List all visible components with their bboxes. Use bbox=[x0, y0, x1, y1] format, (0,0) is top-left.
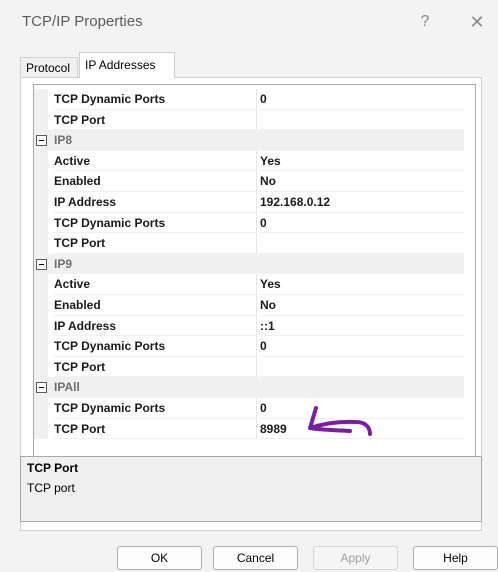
property-row[interactable]: Enabled No bbox=[34, 171, 464, 192]
property-row[interactable]: TCP Dynamic Ports 0 bbox=[34, 336, 464, 357]
property-value[interactable]: 0 bbox=[260, 213, 464, 234]
column-divider bbox=[256, 397, 257, 419]
property-value[interactable]: Yes bbox=[260, 274, 464, 295]
description-title: TCP Port bbox=[27, 461, 79, 475]
property-name: Enabled bbox=[54, 295, 256, 316]
property-name: TCP Port bbox=[54, 233, 256, 254]
column-divider bbox=[256, 418, 257, 440]
apply-button[interactable]: Apply bbox=[313, 546, 398, 570]
title-bar: TCP/IP Properties ? ✕ bbox=[0, 0, 498, 44]
row-gutter bbox=[34, 274, 48, 295]
property-value[interactable] bbox=[260, 233, 464, 254]
property-value[interactable]: 0 bbox=[260, 336, 464, 357]
property-row[interactable]: Active Yes bbox=[34, 150, 464, 172]
help-button[interactable]: Help bbox=[413, 546, 498, 570]
property-name: TCP Dynamic Ports bbox=[54, 213, 256, 234]
property-value[interactable] bbox=[260, 110, 464, 131]
column-divider bbox=[256, 150, 257, 172]
row-gutter bbox=[34, 356, 48, 378]
column-divider bbox=[256, 336, 257, 357]
column-divider bbox=[256, 294, 257, 316]
property-value[interactable]: Yes bbox=[260, 151, 464, 172]
collapse-icon[interactable] bbox=[36, 258, 47, 270]
property-name: TCP Dynamic Ports bbox=[54, 89, 256, 110]
handwritten-arrow-annotation bbox=[308, 406, 372, 436]
property-row[interactable]: TCP Port bbox=[34, 356, 464, 378]
row-gutter bbox=[34, 171, 48, 192]
ok-button[interactable]: OK bbox=[117, 546, 202, 570]
column-divider bbox=[256, 191, 257, 213]
group-label: IP9 bbox=[54, 256, 73, 271]
column-divider bbox=[256, 171, 257, 192]
row-gutter bbox=[34, 294, 48, 316]
property-grid[interactable]: TCP Dynamic Ports 0 TCP Port IP8 Active Yes En… bbox=[33, 84, 476, 520]
close-icon[interactable]: ✕ bbox=[462, 10, 492, 34]
row-gutter bbox=[34, 109, 48, 131]
property-name: TCP Dynamic Ports bbox=[54, 398, 256, 419]
property-name: TCP Port bbox=[54, 357, 256, 378]
property-row[interactable]: IP Address 192.168.0.12 bbox=[34, 191, 464, 213]
window-title: TCP/IP Properties bbox=[22, 13, 143, 30]
property-value[interactable]: 192.168.0.12 bbox=[260, 192, 464, 213]
cancel-button[interactable]: Cancel bbox=[213, 546, 298, 570]
group-label: IP8 bbox=[54, 133, 73, 148]
property-row[interactable]: TCP Dynamic Ports 0 bbox=[34, 89, 464, 110]
tab-protocol[interactable]: Protocol bbox=[20, 57, 78, 79]
property-value[interactable] bbox=[260, 357, 464, 378]
column-divider bbox=[256, 315, 257, 337]
column-divider bbox=[256, 356, 257, 378]
help-icon[interactable]: ? bbox=[410, 10, 440, 34]
property-row[interactable]: TCP Port 8989 bbox=[34, 418, 464, 440]
property-name: TCP Port bbox=[54, 110, 256, 131]
property-row[interactable]: TCP Dynamic Ports 0 bbox=[34, 397, 464, 419]
property-name: Enabled bbox=[54, 171, 256, 192]
column-divider bbox=[256, 212, 257, 234]
row-gutter bbox=[34, 315, 48, 337]
property-grid-rows: TCP Dynamic Ports 0 TCP Port IP8 Active Yes En… bbox=[34, 89, 464, 440]
row-gutter bbox=[34, 212, 48, 234]
description-pane: TCP Port TCP port bbox=[20, 456, 482, 522]
collapse-icon[interactable] bbox=[36, 135, 47, 147]
row-gutter bbox=[34, 150, 48, 172]
property-row[interactable]: Active Yes bbox=[34, 274, 464, 295]
column-divider bbox=[256, 109, 257, 131]
property-row[interactable]: TCP Port bbox=[34, 109, 464, 131]
property-row[interactable]: TCP Dynamic Ports 0 bbox=[34, 212, 464, 234]
property-name: TCP Port bbox=[54, 419, 256, 440]
column-divider bbox=[256, 274, 257, 295]
row-gutter bbox=[34, 233, 48, 254]
property-name: IP Address bbox=[54, 316, 256, 337]
collapse-icon[interactable] bbox=[36, 382, 47, 394]
column-divider bbox=[256, 233, 257, 254]
property-row[interactable]: IP Address::1 bbox=[34, 315, 464, 337]
property-value[interactable]: ::1 bbox=[260, 316, 464, 337]
group-label: IPAll bbox=[54, 380, 80, 395]
property-name: IP Address bbox=[54, 192, 256, 213]
property-value[interactable]: No bbox=[260, 171, 464, 192]
row-gutter bbox=[34, 191, 48, 213]
row-gutter bbox=[34, 89, 48, 110]
group-row[interactable]: IP8 bbox=[34, 130, 464, 151]
row-gutter bbox=[34, 418, 48, 440]
property-row[interactable]: TCP Port bbox=[34, 233, 464, 254]
property-value[interactable]: 0 bbox=[260, 89, 464, 110]
property-name: Active bbox=[54, 151, 256, 172]
group-row[interactable]: IPAll bbox=[34, 377, 464, 398]
property-name: TCP Dynamic Ports bbox=[54, 336, 256, 357]
tab-ip-addresses[interactable]: IP Addresses bbox=[79, 52, 175, 78]
property-name: Active bbox=[54, 274, 256, 295]
column-divider bbox=[256, 89, 257, 110]
row-gutter bbox=[34, 336, 48, 357]
group-row[interactable]: IP9 bbox=[34, 253, 464, 275]
row-gutter bbox=[34, 397, 48, 419]
property-value[interactable]: No bbox=[260, 295, 464, 316]
description-text: TCP port bbox=[27, 481, 75, 495]
property-row[interactable]: Enabled No bbox=[34, 294, 464, 316]
